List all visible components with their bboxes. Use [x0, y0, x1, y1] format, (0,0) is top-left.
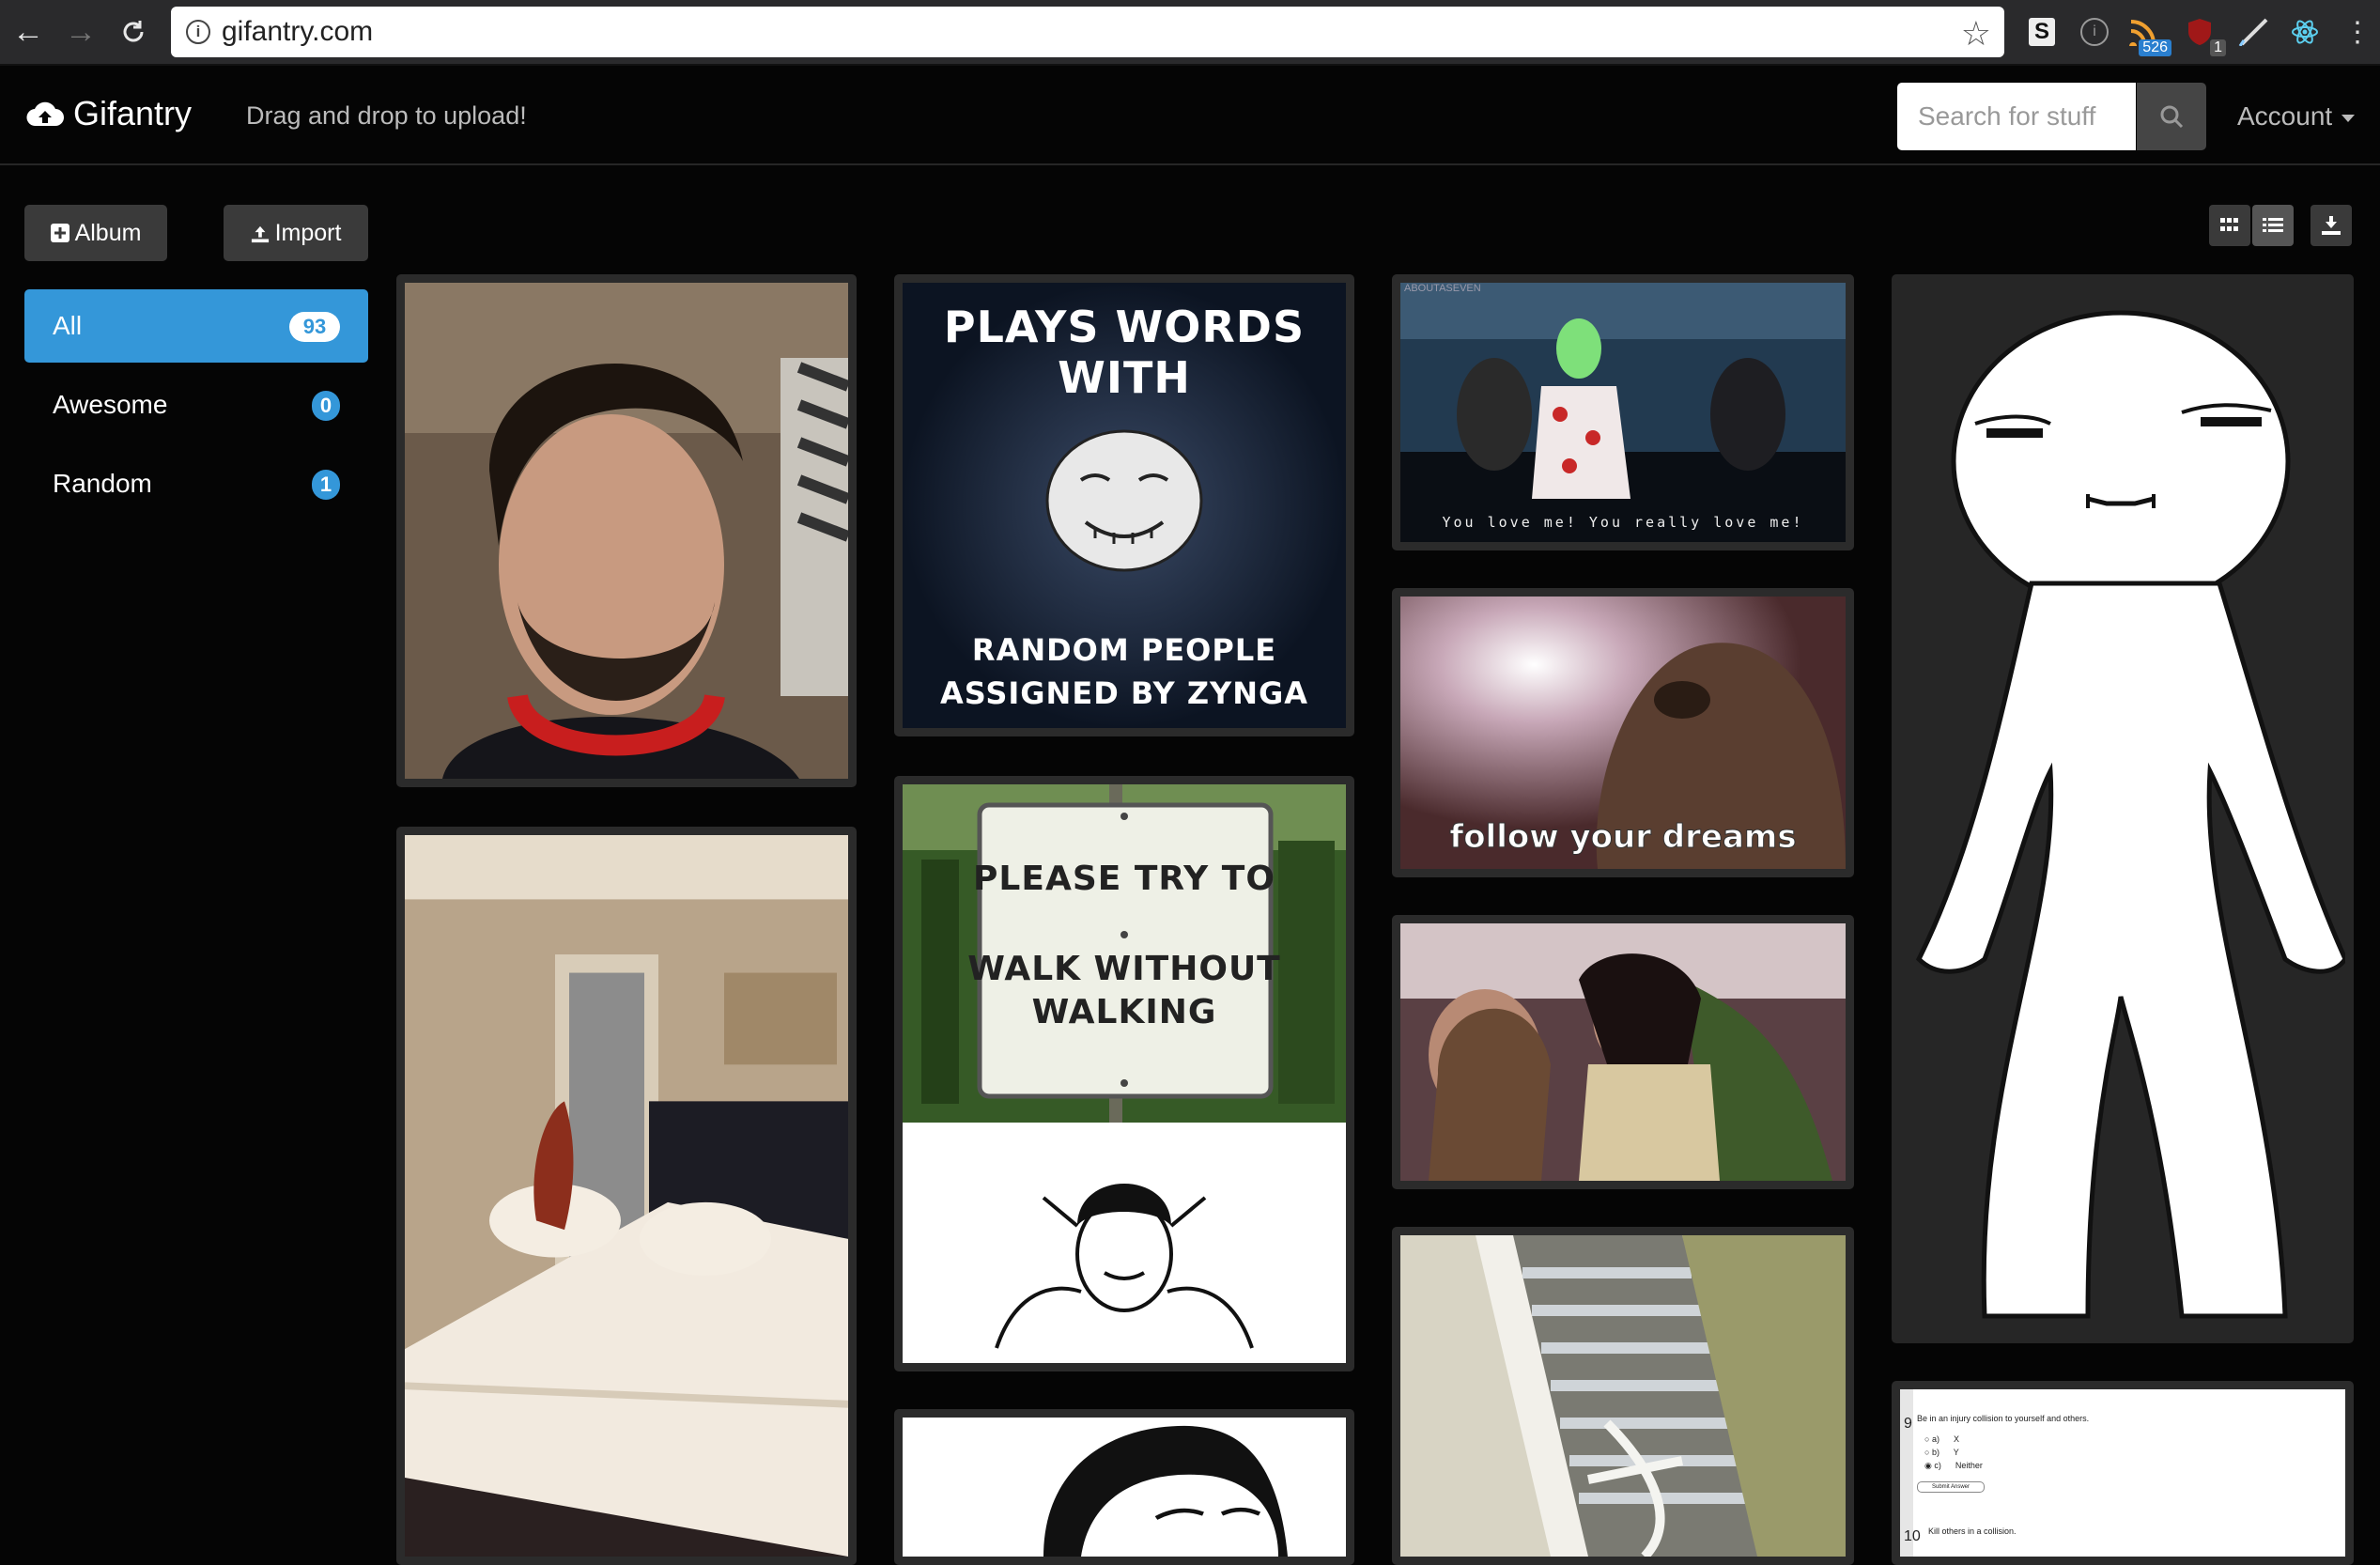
brand-name: Gifantry: [73, 94, 193, 132]
gallery-item[interactable]: [1392, 1227, 1854, 1565]
gallery-item[interactable]: ABOUTASEVEN You love me! You really love…: [1392, 274, 1854, 550]
site-info-icon[interactable]: i: [186, 20, 210, 44]
forward-arrow-icon[interactable]: →: [62, 13, 100, 51]
answer-option-c[interactable]: ◉ c) Neither: [1924, 1459, 1983, 1472]
upload-icon: [251, 224, 270, 243]
address-url[interactable]: gifantry.com: [222, 16, 373, 48]
back-arrow-icon[interactable]: ←: [9, 13, 47, 51]
new-album-button[interactable]: Album: [24, 205, 167, 261]
grid-icon: [2220, 218, 2238, 231]
info-extension-label: i: [2080, 18, 2109, 46]
submit-answer-button[interactable]: Submit Answer: [1917, 1481, 1985, 1493]
sign-thumbnail: PLEASE TRY TO WALK WITHOUT WALKING: [903, 784, 1346, 1363]
gif-corner-text: ABOUTASEVEN: [1404, 283, 1481, 294]
category-list: All 93 Awesome 0 Random 1: [24, 289, 368, 526]
account-label: Account: [2237, 101, 2333, 131]
search-icon: [2160, 105, 2184, 129]
category-label: All: [53, 311, 83, 340]
shield-badge: 1: [2210, 39, 2226, 56]
category-all[interactable]: All 93: [24, 289, 368, 363]
account-menu[interactable]: Account: [2237, 101, 2356, 132]
screenshot-thumbnail: 9 Be in an injury collision to yourself …: [1900, 1389, 2345, 1557]
gallery-item[interactable]: [1392, 915, 1854, 1189]
info-extension-icon[interactable]: i: [2076, 13, 2113, 51]
gallery-item[interactable]: [396, 274, 857, 787]
gif-thumbnail: [1400, 1235, 1846, 1557]
gallery-item[interactable]: [396, 827, 857, 1565]
reload-icon[interactable]: [115, 13, 152, 51]
answer-options: ○ a) X ○ b) Y ◉ c) Neither: [1924, 1433, 1983, 1472]
download-button[interactable]: [2310, 205, 2352, 246]
category-label: Awesome: [53, 390, 168, 419]
upload-hint: Drag and drop to upload!: [246, 101, 527, 130]
sign-text-line2: WALK WITHOUT: [967, 950, 1281, 988]
category-count-badge: 93: [289, 312, 340, 342]
browser-menu-icon[interactable]: ⋮: [2339, 13, 2376, 51]
caret-down-icon: [2341, 114, 2356, 122]
gif-thumbnail: ABOUTASEVEN You love me! You really love…: [1400, 283, 1846, 542]
react-extension-icon[interactable]: [2286, 13, 2324, 51]
meme-thumbnail: [903, 1418, 1346, 1557]
category-count-badge: 1: [312, 470, 340, 500]
answer-option-a[interactable]: ○ a) X: [1924, 1433, 1983, 1446]
category-awesome[interactable]: Awesome 0: [24, 368, 368, 442]
gallery-item[interactable]: PLAYS WORDS WITH RANDOM PEOPLE ASSIGNED …: [894, 274, 1354, 736]
meme-bottom-text: RANDOM PEOPLE ASSIGNED BY ZYNGA: [939, 632, 1309, 711]
gif-caption: follow your dreams: [1449, 818, 1797, 857]
answer-option-b[interactable]: ○ b) Y: [1924, 1446, 1983, 1459]
question-text: Be in an injury collision to yourself an…: [1917, 1414, 2090, 1423]
gif-thumbnail: [405, 835, 848, 1557]
gallery-item[interactable]: [1892, 274, 2354, 1343]
list-icon: [2263, 218, 2283, 232]
s-extension-label: S: [2029, 18, 2055, 46]
gallery-item[interactable]: 9 Be in an injury collision to yourself …: [1892, 1381, 2354, 1565]
sign-text-line3: WALKING: [1031, 993, 1217, 1031]
gif-thumbnail: [1400, 923, 1846, 1181]
question-number: 10: [1904, 1528, 1921, 1544]
category-random[interactable]: Random 1: [24, 447, 368, 520]
search-input[interactable]: [1897, 83, 2136, 150]
plus-square-icon: [50, 224, 70, 242]
import-button-label: Import: [274, 219, 342, 246]
photo-thumbnail: [405, 283, 848, 779]
shield-extension-icon[interactable]: 1: [2181, 13, 2226, 56]
category-label: Random: [53, 469, 152, 498]
gif-caption: You love me! You really love me!: [1442, 514, 1804, 531]
download-icon: [2322, 216, 2341, 235]
bookmark-star-icon[interactable]: ☆: [1961, 14, 1991, 54]
list-view-button[interactable]: [2252, 205, 2294, 246]
search-button[interactable]: [2137, 83, 2206, 150]
gif-thumbnail: follow your dreams: [1400, 597, 1846, 869]
album-button-label: Album: [74, 219, 142, 246]
gallery-item[interactable]: follow your dreams: [1392, 588, 1854, 877]
browser-toolbar: ← → i gifantry.com ☆ S i 526 1 ⋮: [0, 0, 2380, 66]
meme-thumbnail: PLAYS WORDS WITH RANDOM PEOPLE ASSIGNED …: [903, 283, 1346, 728]
site-navbar: Gifantry Drag and drop to upload! Accoun…: [0, 66, 2380, 165]
grid-view-button[interactable]: [2209, 205, 2250, 246]
rss-extension-icon[interactable]: 526: [2126, 13, 2171, 56]
s-extension-icon[interactable]: S: [2023, 13, 2061, 51]
question-number: 9: [1904, 1416, 1912, 1432]
question-text: Kill others in a collision.: [1928, 1526, 2017, 1536]
gallery-item[interactable]: [894, 1409, 1354, 1565]
address-bar[interactable]: i gifantry.com ☆: [171, 7, 2004, 57]
pen-extension-icon[interactable]: [2235, 13, 2273, 51]
brand-link[interactable]: Gifantry: [26, 94, 192, 133]
rage-comic-thumbnail: [1900, 283, 2345, 1335]
meme-top-text: PLAYS WORDS WITH: [943, 302, 1306, 403]
sign-text-line1: PLEASE TRY TO: [973, 860, 1275, 898]
cloud-upload-icon: [26, 101, 64, 127]
import-button[interactable]: Import: [224, 205, 368, 261]
category-count-badge: 0: [312, 391, 340, 421]
gallery-item[interactable]: PLEASE TRY TO WALK WITHOUT WALKING: [894, 776, 1354, 1371]
rss-badge: 526: [2139, 39, 2171, 56]
